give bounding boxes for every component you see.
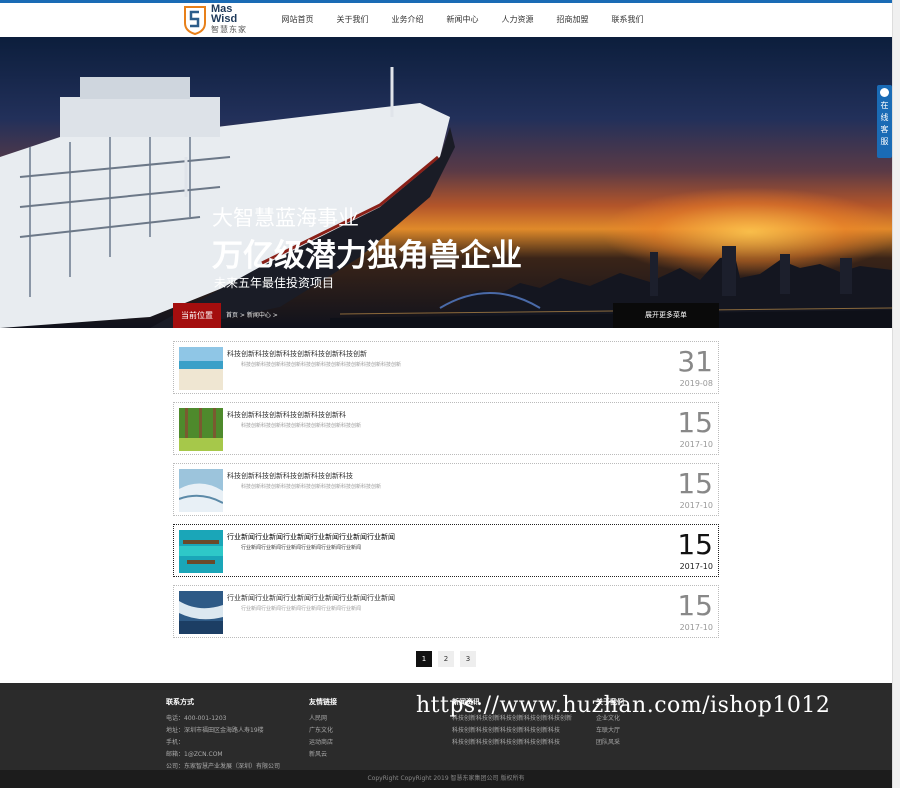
news-summary: 行业新闻行业新闻行业新闻行业新闻行业新闻行业新闻 (241, 606, 362, 612)
breadcrumb-label: 当前位置 (173, 303, 221, 328)
footer-links: 友情链接 人民网 广东文化 运动商店 新风云 (309, 697, 337, 761)
news-list: 科技创新科技创新科技创新科技创新科技创新 科技创新科技创新科技创新科技创新科技创… (173, 341, 719, 646)
page-3-button[interactable]: 3 (460, 651, 476, 667)
nav-contact[interactable]: 联系我们 (600, 3, 655, 37)
nav-business[interactable]: 业务介绍 (380, 3, 435, 37)
online-service-widget[interactable]: 在线客服 (877, 85, 892, 158)
logo-subtitle: 智慧东家 (211, 25, 247, 34)
news-day: 15 (677, 406, 713, 439)
footer-link[interactable]: 新风云 (309, 749, 337, 761)
news-year-month: 2017-10 (679, 440, 713, 449)
nav-news[interactable]: 新闻中心 (435, 3, 490, 37)
footer-email: 邮箱：1@ZCN.COM (166, 751, 223, 758)
footer-phone: 电话：400-001-1203 (166, 715, 227, 722)
service-avatar-icon (880, 88, 889, 97)
page-1-button[interactable]: 1 (416, 651, 432, 667)
footer-link[interactable]: 广东文化 (309, 725, 337, 737)
shield-logo-icon (184, 6, 206, 35)
list-item[interactable]: 科技创新科技创新科技创新科技创新科技创新 科技创新科技创新科技创新科技创新科技创… (173, 341, 719, 394)
online-service-label: 在线客服 (880, 101, 889, 146)
footer-mobile: 手机： (166, 739, 185, 746)
watermark-text: https://www.huzhan.com/ishop1012 (416, 693, 831, 718)
list-item[interactable]: 行业新闻行业新闻行业新闻行业新闻行业新闻行业新闻 行业新闻行业新闻行业新闻行业新… (173, 524, 719, 577)
news-title[interactable]: 行业新闻行业新闻行业新闻行业新闻行业新闻行业新闻 (227, 593, 395, 603)
news-summary: 行业新闻行业新闻行业新闻行业新闻行业新闻行业新闻 (241, 545, 362, 551)
news-day: 31 (677, 345, 713, 378)
logo-line2: Wisd (211, 13, 238, 25)
footer-address: 地址：深圳市福田区金海路人寿19楼 (166, 727, 264, 734)
footer-contact-heading: 联系方式 (166, 698, 194, 706)
logo-wordmark: Mas Wisd (211, 4, 238, 25)
footer-contact: 联系方式 电话：400-001-1203 地址：深圳市福田区金海路人寿19楼 手… (166, 697, 280, 773)
news-day: 15 (677, 528, 713, 561)
site-header: Mas Wisd 智慧东家 网站首页 关于我们 业务介绍 新闻中心 人力资源 招… (0, 3, 892, 37)
footer-news-link[interactable]: 科技创新科技创新科技创新科技创新科技 (452, 737, 572, 749)
lagoon-icon (179, 530, 223, 573)
banner-subline: 未来五年最佳投资项目 (214, 276, 335, 290)
list-item[interactable]: 行业新闻行业新闻行业新闻行业新闻行业新闻行业新闻 行业新闻行业新闻行业新闻行业新… (173, 585, 719, 638)
banner-headline-small: 大智慧蓝海事业 (212, 206, 359, 230)
expand-menu-button[interactable]: 展开更多菜单 (613, 303, 719, 328)
nav-home[interactable]: 网站首页 (270, 3, 325, 37)
news-year-month: 2017-10 (679, 501, 713, 510)
beach-icon (179, 347, 223, 390)
banner-headline-large: 万亿级潜力独角兽企业 (212, 238, 522, 274)
copyright-bar: CopyRight CopyRight 2019 智慧东家集团公司 版权所有 (0, 770, 892, 788)
main-nav: 网站首页 关于我们 业务介绍 新闻中心 人力资源 招商加盟 联系我们 (270, 3, 655, 37)
pagination: 1 2 3 (416, 651, 476, 667)
forest-icon (179, 408, 223, 451)
nav-franchise[interactable]: 招商加盟 (545, 3, 600, 37)
nav-hr[interactable]: 人力资源 (490, 3, 545, 37)
news-summary: 科技创新科技创新科技创新科技创新科技创新科技创新 (241, 423, 362, 429)
nav-about[interactable]: 关于我们 (325, 3, 380, 37)
news-title[interactable]: 科技创新科技创新科技创新科技创新科技 (227, 471, 353, 481)
coast-icon (179, 591, 223, 634)
news-summary: 科技创新科技创新科技创新科技创新科技创新科技创新科技创新科技创新 (241, 362, 402, 368)
site-logo[interactable]: Mas Wisd 智慧东家 (183, 3, 253, 37)
page-scrollbar[interactable] (892, 0, 900, 788)
list-item[interactable]: 科技创新科技创新科技创新科技创新科技 科技创新科技创新科技创新科技创新科技创新科… (173, 463, 719, 516)
ice-icon (179, 469, 223, 512)
news-day: 15 (677, 589, 713, 622)
news-summary: 科技创新科技创新科技创新科技创新科技创新科技创新科技创新 (241, 484, 382, 490)
page-2-button[interactable]: 2 (438, 651, 454, 667)
footer-about-link[interactable]: 团队风采 (596, 737, 624, 749)
hero-banner: 大智慧蓝海事业 万亿级潜力独角兽企业 未来五年最佳投资项目 (0, 37, 892, 328)
news-title[interactable]: 科技创新科技创新科技创新科技创新科技创新 (227, 349, 367, 359)
footer-link[interactable]: 人民网 (309, 713, 337, 725)
news-year-month: 2019-08 (679, 379, 713, 388)
list-item[interactable]: 科技创新科技创新科技创新科技创新科 科技创新科技创新科技创新科技创新科技创新科技… (173, 402, 719, 455)
news-year-month: 2017-10 (679, 623, 713, 632)
footer-about-link[interactable]: 车联大厅 (596, 725, 624, 737)
news-title[interactable]: 科技创新科技创新科技创新科技创新科 (227, 410, 346, 420)
breadcrumb[interactable]: 首页 > 新闻中心 > (226, 303, 278, 328)
footer-links-heading: 友情链接 (309, 698, 337, 706)
news-year-month: 2017-10 (679, 562, 713, 571)
news-title[interactable]: 行业新闻行业新闻行业新闻行业新闻行业新闻行业新闻 (227, 532, 395, 542)
news-day: 15 (677, 467, 713, 500)
footer-link[interactable]: 运动商店 (309, 737, 337, 749)
footer-news-link[interactable]: 科技创新科技创新科技创新科技创新科技 (452, 725, 572, 737)
